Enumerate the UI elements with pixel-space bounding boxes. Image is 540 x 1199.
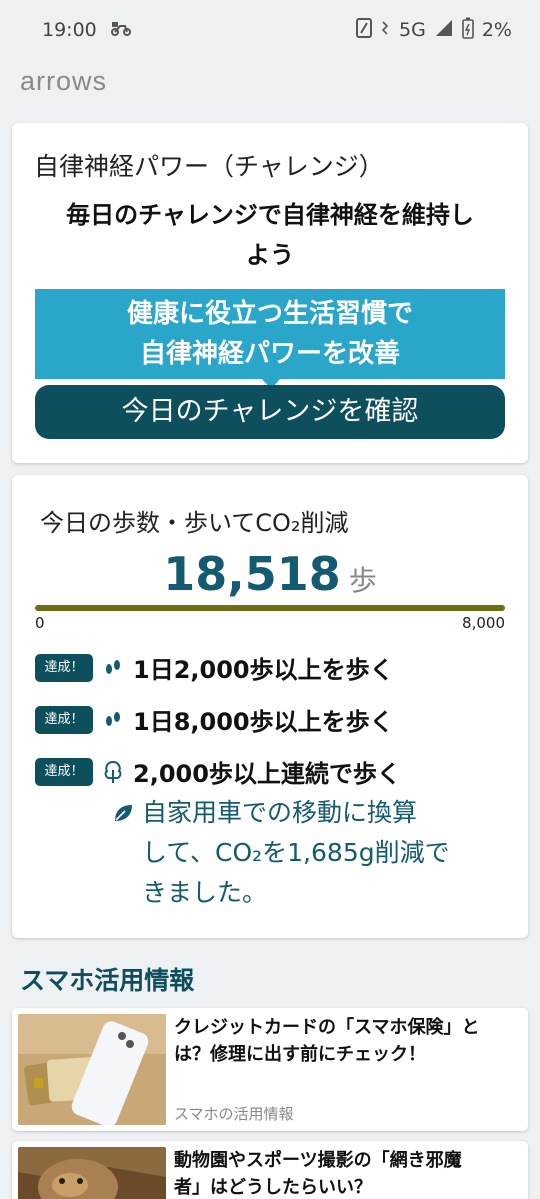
step-count: 18,518 歩	[12, 547, 528, 601]
challenge-banner: 健康に役立つ生活習慣で 自律神経パワーを改善	[35, 289, 505, 389]
signal-icon	[434, 18, 454, 43]
steps-card[interactable]: 今日の歩数・歩いてCO₂削減 18,518 歩 0 8,000 達成！ 1日2,…	[12, 475, 528, 938]
challenge-card[interactable]: 自律神経パワー（チャレンジ） 毎日のチャレンジで自律神経を維持し よう 健康に役…	[12, 123, 528, 463]
achievement-text: 1日2,000歩以上を歩く	[133, 656, 394, 684]
challenge-banner-line2: 自律神経パワーを改善	[139, 339, 400, 369]
article-title-line2: は？修理に出す前にチェック！	[174, 1044, 426, 1065]
battery-icon	[462, 17, 474, 44]
article-thumbnail-lion	[18, 1147, 166, 1199]
article-title-line1: 動物園やスポーツ撮影の「網き邪魔	[174, 1150, 462, 1171]
steps-progress-fill	[35, 605, 505, 611]
article-category: スマホの活用情報	[174, 1105, 294, 1123]
progress-scale-min: 0	[35, 614, 45, 632]
article-thumbnail-phone	[18, 1014, 166, 1125]
app-logo: arrows	[20, 66, 108, 96]
status-time: 19:00	[42, 19, 97, 41]
status-bar: 19:00 5G 2%	[0, 0, 540, 60]
status-right: 5G 2%	[355, 17, 512, 44]
steps-card-title: 今日の歩数・歩いてCO₂削減	[40, 509, 349, 537]
step-count-unit: 歩	[348, 564, 377, 597]
status-left: 19:00	[42, 19, 131, 41]
progress-scale-max: 8,000	[462, 614, 505, 632]
achievement-text: 1日8,000歩以上を歩く	[133, 708, 394, 736]
article-card[interactable]: クレジットカードの「スマホ保険」と は？修理に出す前にチェック！ スマホの活用情…	[12, 1008, 528, 1131]
co2-line2: して、CO₂を1,685g削減で	[142, 838, 450, 867]
footprints-icon	[101, 708, 125, 732]
challenge-banner-line1: 健康に役立つ生活習慣で	[126, 299, 413, 329]
co2-line3: きました。	[142, 878, 268, 907]
delivery-scooter-icon	[110, 19, 131, 41]
nfc-icon	[355, 17, 373, 44]
challenge-subtitle: 毎日のチャレンジで自律神経を維持し よう	[12, 195, 528, 275]
achievement-text: 2,000歩以上連続で歩く	[133, 760, 401, 788]
achievement-row: 達成！ 1日2,000歩以上を歩く	[35, 650, 394, 685]
vibrate-icon	[381, 18, 391, 43]
challenge-title: 自律神経パワー（チャレンジ）	[34, 152, 384, 181]
article-title[interactable]: クレジットカードの「スマホ保険」と は？修理に出す前にチェック！	[174, 1014, 519, 1068]
article-card[interactable]: 動物園やスポーツ撮影の「網き邪魔 者」はどうしたらいい？	[12, 1141, 528, 1199]
article-title-line1: クレジットカードの「スマホ保険」と	[174, 1017, 480, 1038]
achieved-badge: 達成！	[35, 705, 93, 734]
leaf-icon	[112, 793, 134, 913]
battery-level: 2%	[481, 19, 512, 41]
tree-icon	[101, 760, 125, 784]
co2-line1: 自家用車での移動に換算	[142, 798, 418, 827]
challenge-subtitle-line1: 毎日のチャレンジで自律神経を維持し	[66, 201, 474, 229]
achievement-row: 達成！ 2,000歩以上連続で歩く	[35, 754, 401, 789]
article-title-line2: 者」はどうしたらいい？	[174, 1177, 372, 1198]
section-heading: スマホ活用情報	[20, 966, 195, 995]
check-challenge-button[interactable]: 今日のチャレンジを確認	[35, 385, 505, 439]
challenge-subtitle-line2: よう	[246, 241, 294, 269]
network-type: 5G	[399, 19, 426, 41]
co2-reduction-text: 自家用車での移動に換算 して、CO₂を1,685g削減で きました。	[142, 793, 450, 913]
article-title[interactable]: 動物園やスポーツ撮影の「網き邪魔 者」はどうしたらいい？	[174, 1147, 519, 1199]
step-count-value: 18,518	[163, 547, 341, 601]
achievement-row: 達成！ 1日8,000歩以上を歩く	[35, 702, 394, 737]
footprints-icon	[101, 656, 125, 680]
achieved-badge: 達成！	[35, 757, 93, 786]
steps-progress-bar	[35, 605, 505, 611]
co2-reduction: 自家用車での移動に換算 して、CO₂を1,685g削減で きました。	[112, 793, 492, 913]
achieved-badge: 達成！	[35, 653, 93, 682]
